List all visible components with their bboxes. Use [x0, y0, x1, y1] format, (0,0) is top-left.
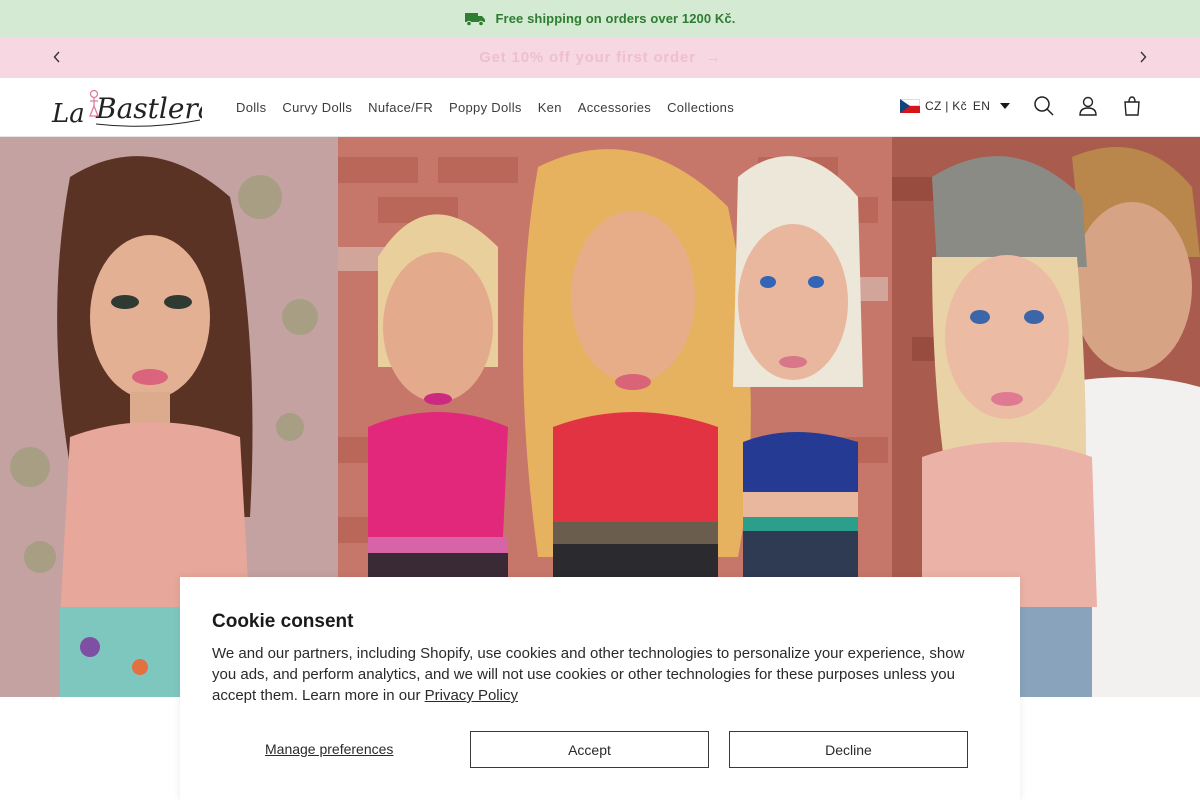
- svg-text:Bastlera: Bastlera: [95, 92, 202, 125]
- cookie-consent-text: We and our partners, including Shopify, …: [212, 643, 992, 706]
- nav-item-curvy-dolls[interactable]: Curvy Dolls: [282, 100, 352, 115]
- site-header: La Bastlera Dolls Curvy Dolls Nuface/FR …: [0, 78, 1200, 137]
- main-navigation: Dolls Curvy Dolls Nuface/FR Poppy Dolls …: [236, 78, 750, 136]
- privacy-policy-link[interactable]: Privacy Policy: [425, 687, 518, 704]
- truck-icon: [464, 12, 485, 26]
- nav-item-ken[interactable]: Ken: [538, 100, 562, 115]
- shipping-announcement-bar: Free shipping on orders over 1200 Kč.: [0, 0, 1200, 37]
- currency-label: CZ | Kč: [925, 99, 967, 113]
- nav-item-accessories[interactable]: Accessories: [578, 100, 651, 115]
- shipping-text: Free shipping on orders over 1200 Kč.: [495, 11, 736, 26]
- chevron-right-icon: [1140, 51, 1147, 63]
- cart-button[interactable]: [1120, 94, 1144, 118]
- account-button[interactable]: [1076, 94, 1100, 118]
- promo-prev-button[interactable]: [47, 47, 67, 67]
- nav-item-nuface-fr[interactable]: Nuface/FR: [368, 100, 433, 115]
- search-icon: [1034, 96, 1054, 116]
- cookie-body-text: We and our partners, including Shopify, …: [212, 645, 965, 704]
- manage-preferences-link[interactable]: Manage preferences: [265, 741, 393, 757]
- decline-button[interactable]: Decline: [729, 731, 968, 768]
- cookie-consent-title: Cookie consent: [212, 611, 354, 632]
- promo-next-button[interactable]: [1133, 47, 1153, 67]
- caret-down-icon: [1000, 103, 1011, 109]
- czech-flag-icon: [900, 99, 920, 113]
- accept-button[interactable]: Accept: [470, 731, 709, 768]
- promo-link[interactable]: Get 10% off your first order: [479, 49, 696, 66]
- nav-item-dolls[interactable]: Dolls: [236, 100, 266, 115]
- cookie-consent-dialog: Cookie consent We and our partners, incl…: [180, 577, 1020, 800]
- cart-icon: [1124, 96, 1140, 116]
- svg-text:La: La: [51, 99, 85, 129]
- nav-item-collections[interactable]: Collections: [667, 100, 734, 115]
- account-icon: [1079, 96, 1097, 116]
- store-logo[interactable]: La Bastlera: [50, 84, 202, 132]
- nav-item-poppy-dolls[interactable]: Poppy Dolls: [449, 100, 522, 115]
- chevron-left-icon: [53, 51, 60, 63]
- country-currency-selector[interactable]: CZ | Kč EN: [900, 95, 1011, 117]
- search-button[interactable]: [1032, 94, 1056, 118]
- arrow-right-icon: →: [705, 49, 721, 66]
- promo-announcement-bar: Get 10% off your first order →: [0, 37, 1200, 78]
- language-label: EN: [972, 99, 991, 113]
